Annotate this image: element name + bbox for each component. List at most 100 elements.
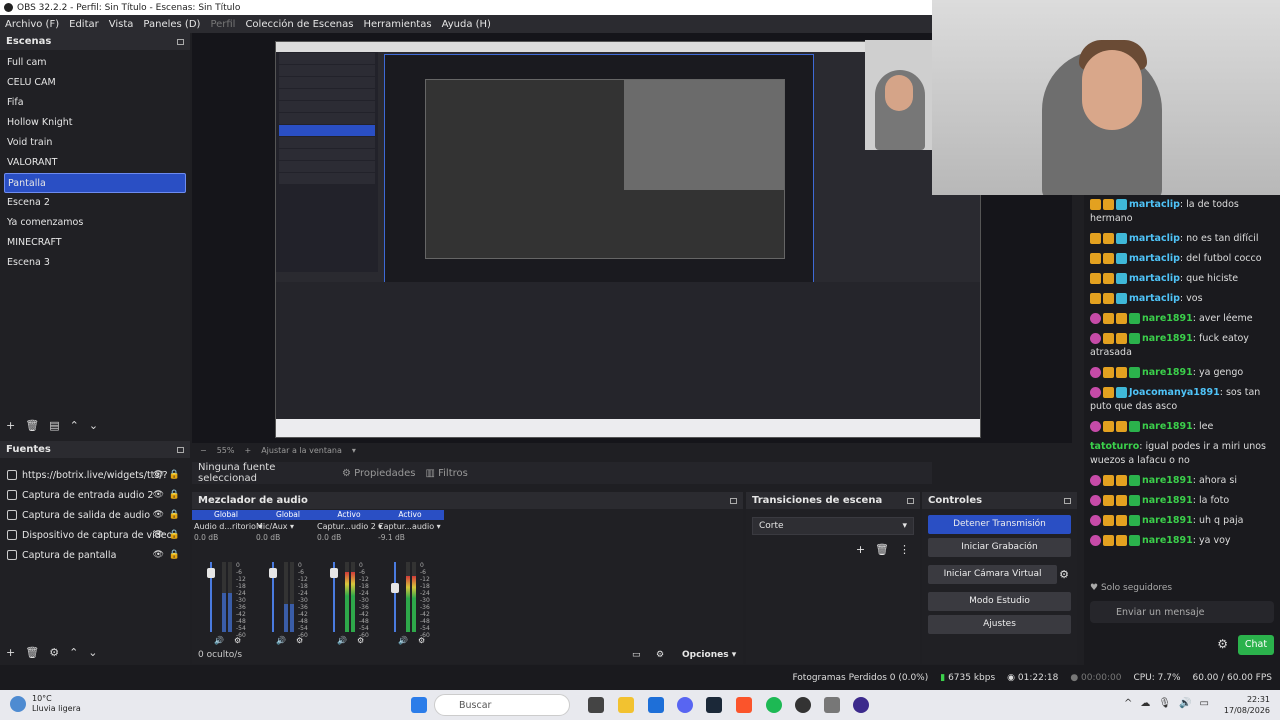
scene-item[interactable]: VALORANT xyxy=(0,153,190,173)
move-up-icon[interactable]: ⌃ xyxy=(69,646,78,659)
settings-icon[interactable]: ⚙ xyxy=(656,650,664,660)
taskbar-clock[interactable]: 22:31 17/08/2026 xyxy=(1224,694,1270,716)
menu-item[interactable]: Perfil xyxy=(205,19,240,30)
start-recording-button[interactable]: Iniciar Grabación xyxy=(928,538,1071,557)
chat-username[interactable]: martaclip xyxy=(1129,253,1180,264)
channel-name[interactable]: Captur...audio ▾ xyxy=(376,520,444,533)
menu-item[interactable]: Colección de Escenas xyxy=(240,19,358,30)
filter-icon[interactable]: ▤ xyxy=(49,419,59,432)
calculator-icon[interactable] xyxy=(824,697,840,713)
channel-name[interactable]: Mic/Aux ▾ xyxy=(254,520,322,533)
start-virtual-camera-button[interactable]: Iniciar Cámara Virtual xyxy=(928,565,1058,584)
trash-icon[interactable]: 🗑 xyxy=(25,646,39,659)
source-item[interactable]: https://botrix.live/widgets/tts/? 👁 🔒 xyxy=(0,465,190,485)
chat-username[interactable]: nare1891 xyxy=(1142,475,1193,486)
settings-icon[interactable]: ⚙ xyxy=(357,636,364,645)
filters-button[interactable]: ▥ Filtros xyxy=(425,468,467,479)
eye-icon[interactable]: 👁 xyxy=(153,490,164,500)
trash-icon[interactable]: 🗑 xyxy=(25,419,39,432)
windows-start-icon[interactable] xyxy=(411,697,427,713)
channel-name[interactable]: Captur...udio 2 ▾ xyxy=(315,520,383,533)
weather-widget[interactable]: 10°C Lluvia ligera xyxy=(10,694,81,714)
chat-send-button[interactable]: Chat xyxy=(1238,635,1274,655)
brave-icon[interactable] xyxy=(736,697,752,713)
scene-item[interactable]: Void train xyxy=(0,133,190,153)
settings-button[interactable]: Ajustes xyxy=(928,615,1071,634)
eye-icon[interactable]: 👁 xyxy=(153,530,164,540)
app-icon[interactable] xyxy=(853,697,869,713)
properties-button[interactable]: ⚙ Propiedades xyxy=(342,468,415,479)
chat-username[interactable]: Joacomanya1891 xyxy=(1129,387,1220,398)
scene-item[interactable]: Escena 2 xyxy=(0,193,190,213)
steam-icon[interactable] xyxy=(706,697,722,713)
lock-icon[interactable]: 🔒 xyxy=(169,530,180,540)
chat-username[interactable]: nare1891 xyxy=(1142,535,1193,546)
chat-username[interactable]: nare1891 xyxy=(1142,495,1193,506)
move-down-icon[interactable]: ⌄ xyxy=(88,646,97,659)
lock-icon[interactable]: 🔒 xyxy=(169,510,180,520)
dock-icon[interactable] xyxy=(177,38,184,45)
more-icon[interactable]: ⋮ xyxy=(899,543,910,556)
chat-username[interactable]: nare1891 xyxy=(1142,421,1193,432)
source-item[interactable]: Captura de salida de audio 👁 🔒 xyxy=(0,505,190,525)
system-tray[interactable]: ^☁🎙🔊▭ xyxy=(1124,698,1217,709)
scene-item[interactable]: Pantalla xyxy=(4,173,186,193)
move-down-icon[interactable]: ⌄ xyxy=(89,419,98,432)
lock-icon[interactable]: 🔒 xyxy=(169,550,180,560)
menu-item[interactable]: Paneles (D) xyxy=(138,19,205,30)
volume-fader[interactable] xyxy=(269,562,277,632)
source-item[interactable]: Dispositivo de captura de vídeo 👁 🔒 xyxy=(0,525,190,545)
scene-item[interactable]: Full cam xyxy=(0,53,190,73)
settings-icon[interactable]: ⚙ xyxy=(234,636,241,645)
transition-select[interactable]: Corte ▾ xyxy=(752,517,914,535)
chat-username[interactable]: nare1891 xyxy=(1142,367,1193,378)
add-icon[interactable]: + xyxy=(856,543,865,556)
scene-item[interactable]: Escena 3 xyxy=(0,253,190,273)
eye-icon[interactable]: 👁 xyxy=(153,510,164,520)
trash-icon[interactable]: 🗑 xyxy=(875,543,889,556)
add-icon[interactable]: + xyxy=(6,419,15,432)
menu-item[interactable]: Herramientas xyxy=(358,19,436,30)
lock-icon[interactable]: 🔒 xyxy=(169,490,180,500)
chat-username[interactable]: martaclip xyxy=(1129,233,1180,244)
taskbar-search[interactable]: Buscar xyxy=(434,694,570,716)
task-view-icon[interactable] xyxy=(588,697,604,713)
file-explorer-icon[interactable] xyxy=(618,697,634,713)
dock-icon[interactable] xyxy=(1064,497,1071,504)
scene-item[interactable]: Fifa xyxy=(0,93,190,113)
discord-icon[interactable] xyxy=(677,697,693,713)
zoom-plus-icon[interactable]: + xyxy=(244,446,251,455)
source-item[interactable]: Captura de entrada audio 2 👁 🔒 xyxy=(0,485,190,505)
dock-icon[interactable] xyxy=(177,446,184,453)
chat-username[interactable]: nare1891 xyxy=(1142,515,1193,526)
volume-fader[interactable] xyxy=(391,562,399,632)
chat-username[interactable]: nare1891 xyxy=(1142,313,1193,324)
speaker-icon[interactable]: 🔊 xyxy=(398,636,408,645)
volume-fader[interactable] xyxy=(207,562,215,632)
settings-icon[interactable]: ⚙ xyxy=(296,636,303,645)
scene-item[interactable]: Ya comenzamos xyxy=(0,213,190,233)
scene-item[interactable]: CELU CAM xyxy=(0,73,190,93)
menu-item[interactable]: Ayuda (H) xyxy=(437,19,496,30)
chat-username[interactable]: tatoturro xyxy=(1090,441,1139,452)
menu-item[interactable]: Archivo (F) xyxy=(0,19,64,30)
chat-username[interactable]: martaclip xyxy=(1129,273,1180,284)
source-item[interactable]: Captura de pantalla 👁 🔒 xyxy=(0,545,190,565)
settings-icon[interactable]: ⚙ xyxy=(418,636,425,645)
options-button[interactable]: Opciones ▾ xyxy=(682,650,736,660)
gear-icon[interactable]: ⚙ xyxy=(1217,637,1228,651)
zoom-fit[interactable]: Ajustar a la ventana xyxy=(261,446,342,455)
stop-stream-button[interactable]: Detener Transmisión xyxy=(928,515,1071,534)
gear-icon[interactable]: ⚙ xyxy=(1059,568,1069,581)
speaker-icon[interactable]: 🔊 xyxy=(337,636,347,645)
move-up-icon[interactable]: ⌃ xyxy=(70,419,79,432)
volume-fader[interactable] xyxy=(330,562,338,632)
menu-item[interactable]: Editar xyxy=(64,19,104,30)
dock-icon[interactable] xyxy=(730,497,737,504)
dock-icon[interactable] xyxy=(907,497,914,504)
chat-username[interactable]: martaclip xyxy=(1129,199,1180,210)
chat-username[interactable]: martaclip xyxy=(1129,293,1180,304)
menu-item[interactable]: Vista xyxy=(104,19,139,30)
spotify-icon[interactable] xyxy=(766,697,782,713)
studio-mode-button[interactable]: Modo Estudio xyxy=(928,592,1071,611)
